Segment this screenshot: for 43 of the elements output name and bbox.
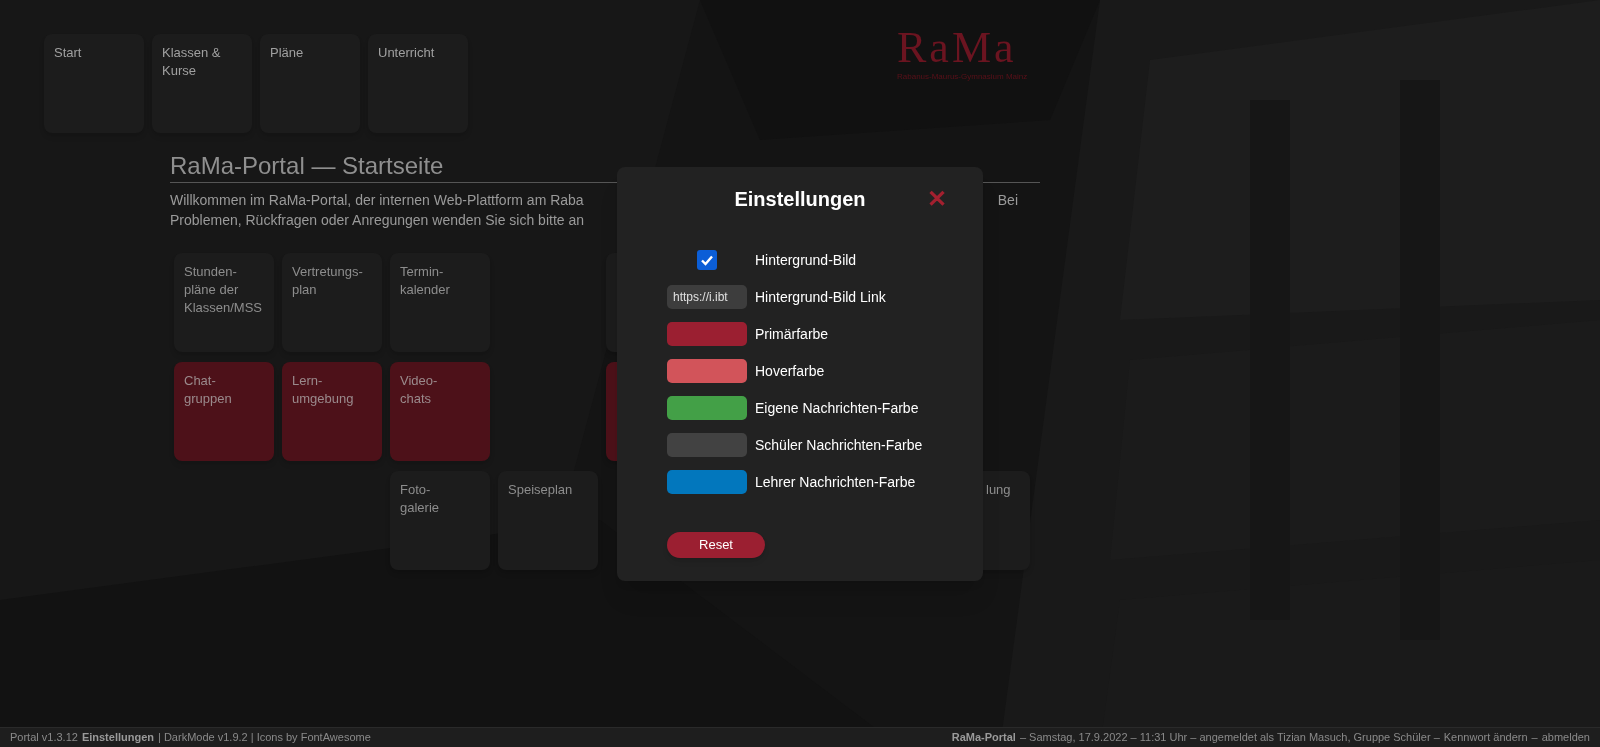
portal-tile[interactable]: Lern- umgebung: [282, 362, 382, 461]
logo-title: RaMa: [897, 26, 1018, 70]
page-title: RaMa-Portal — Startseite: [170, 152, 444, 179]
portal-tile[interactable]: Stunden- pläne der Klassen/MSS: [174, 253, 274, 352]
status-text: Portal v1.3.12: [10, 730, 78, 746]
portal-tile[interactable]: Speiseplan: [498, 471, 598, 570]
color-swatch[interactable]: [667, 433, 747, 457]
intro-text: Bei: [997, 190, 1018, 210]
status-link[interactable]: Einstellungen: [81, 729, 154, 746]
status-text: –: [1531, 730, 1538, 746]
status-text: | DarkMode v1.9.2 | Icons by FontAwesome: [158, 730, 371, 746]
portal-tile[interactable]: Vertretungs- plan: [282, 253, 382, 352]
status-link[interactable]: abmelden: [1541, 729, 1590, 746]
nav-tile[interactable]: Pläne: [260, 34, 360, 133]
portal-tile[interactable]: Foto- galerie: [390, 471, 490, 570]
setting-label: Hoverfarbe: [755, 361, 825, 381]
color-swatch[interactable]: [667, 470, 747, 494]
checkbox[interactable]: [697, 250, 717, 270]
reset-button[interactable]: Reset: [667, 532, 765, 558]
dialog-title: Einstellungen: [734, 187, 866, 212]
intro-text: Problemen, Rückfragen oder Anregungen wenden Sie sich bitte an: [170, 210, 585, 230]
color-swatch[interactable]: [667, 396, 747, 420]
intro-text: Willkommen im RaMa-Portal, der internen Web-Plattform am Raba: [170, 190, 584, 210]
portal-tile[interactable]: Video- chats: [390, 362, 490, 461]
status-text: RaMa-Portal: [951, 730, 1016, 746]
logo-subtitle: Rabanus-Maurus-Gymnasium Mainz: [897, 71, 1028, 83]
status-link[interactable]: Kennwort ändern: [1443, 729, 1528, 746]
setting-label: Hintergrund-Bild: [755, 250, 857, 270]
setting-label: Hintergrund-Bild Link: [755, 287, 886, 307]
url-field[interactable]: https://i.ibt: [667, 285, 747, 309]
setting-label: Primärfarbe: [755, 324, 829, 344]
portal-tile[interactable]: Termin- kalender: [390, 253, 490, 352]
nav-tile[interactable]: Start: [44, 34, 144, 133]
color-swatch[interactable]: [667, 359, 747, 383]
status-text: – Samstag, 17.9.2022 – 11:31 Uhr – angemeldet als Tizian Masuch, Gruppe Schüler –: [1019, 730, 1440, 746]
nav-tile[interactable]: Unterricht: [368, 34, 468, 133]
portal-tile[interactable]: Chat- gruppen: [174, 362, 274, 461]
check-icon: [700, 253, 714, 267]
nav-tile[interactable]: Klassen & Kurse: [152, 34, 252, 133]
color-swatch[interactable]: [667, 322, 747, 346]
setting-label: Eigene Nachrichten-Farbe: [755, 398, 919, 418]
setting-label: Lehrer Nachrichten-Farbe: [755, 472, 916, 492]
setting-label: Schüler Nachrichten-Farbe: [755, 435, 923, 455]
